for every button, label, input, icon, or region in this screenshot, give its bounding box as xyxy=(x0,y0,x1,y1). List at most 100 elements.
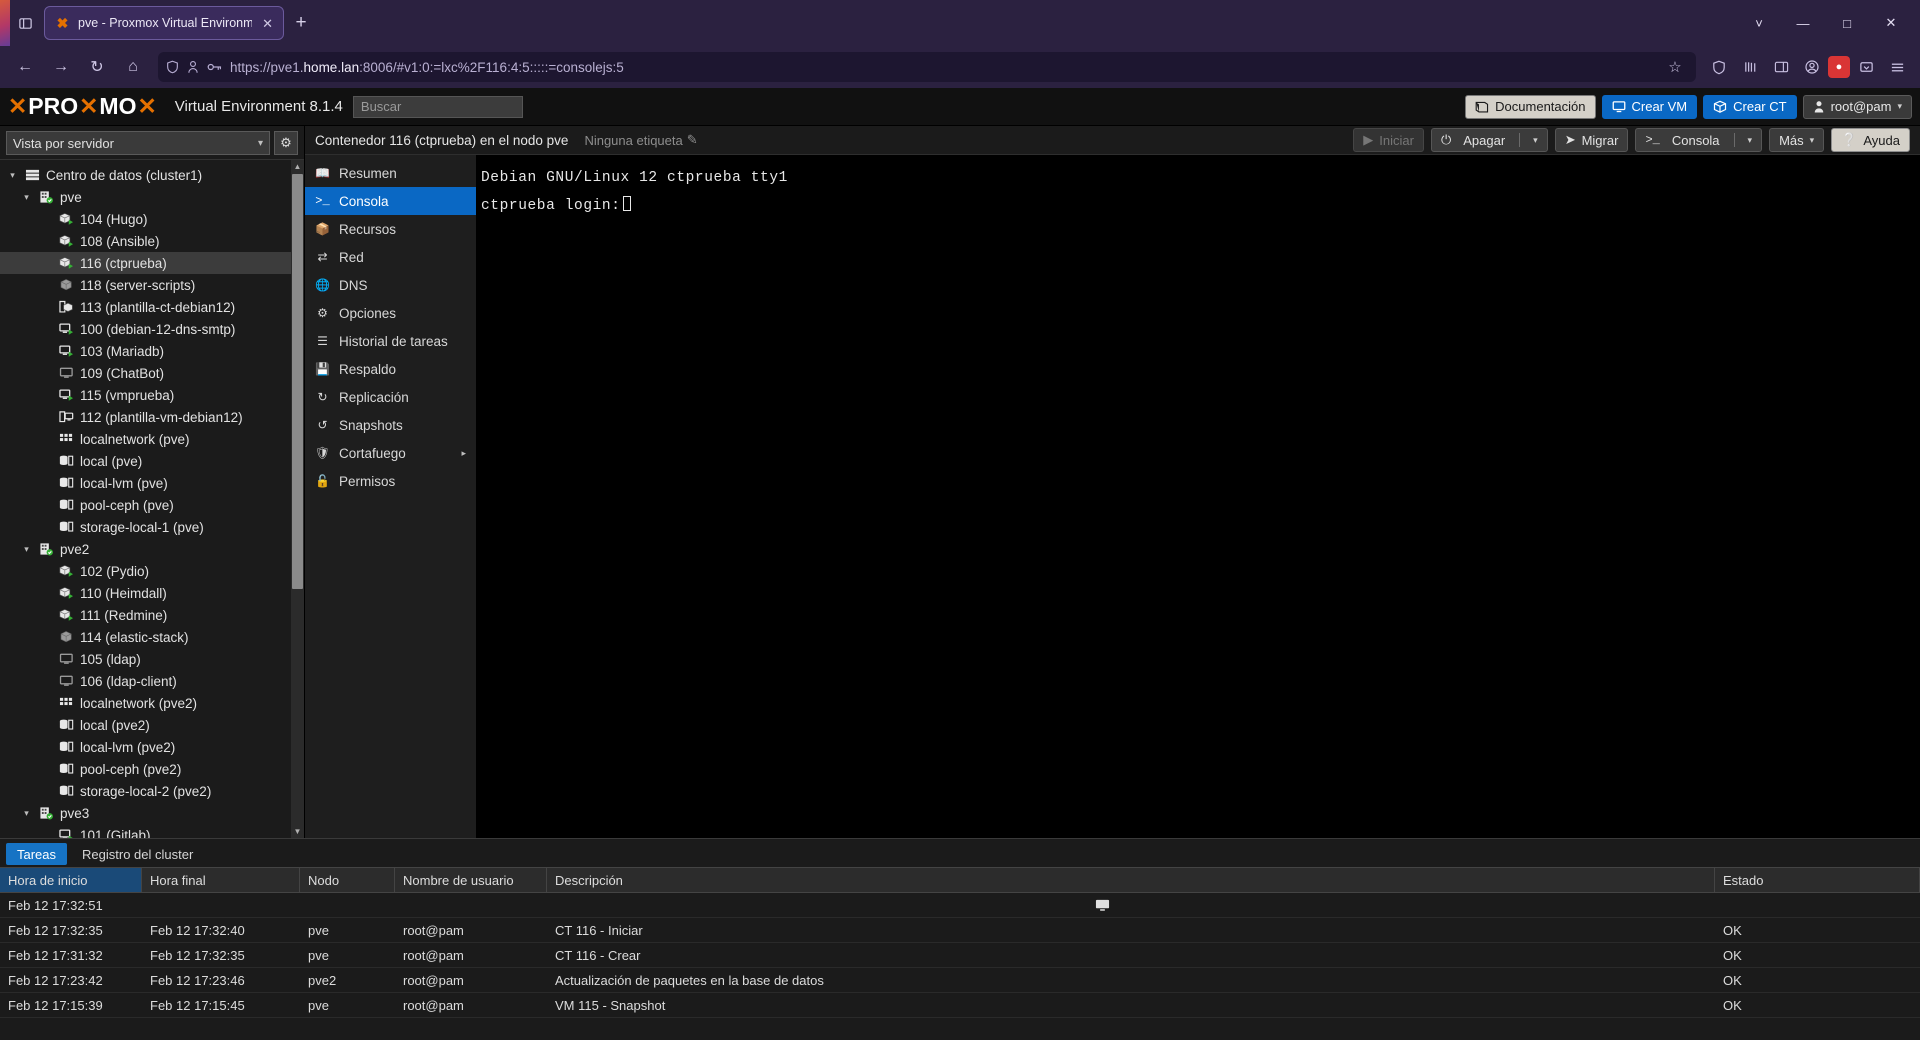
gear-icon[interactable]: ⚙ xyxy=(274,131,298,155)
tree-item[interactable]: 106 (ldap-client) xyxy=(0,670,304,692)
bottom-tab-tareas[interactable]: Tareas xyxy=(6,843,68,865)
chevron-down-icon[interactable]: ▾ xyxy=(6,170,19,181)
proxmox-logo[interactable]: ✕ PRO ✕ MO ✕ xyxy=(8,93,157,120)
menu-item-replicaci-n[interactable]: ↻ Replicación xyxy=(305,383,476,411)
tree-item[interactable]: ▾ pve xyxy=(0,186,304,208)
tree-item[interactable]: localnetwork (pve) xyxy=(0,428,304,450)
bottom-tab-registro-del-cluster[interactable]: Registro del cluster xyxy=(71,843,204,865)
tree-item[interactable]: 100 (debian-12-dns-smtp) xyxy=(0,318,304,340)
tree-item[interactable]: 103 (Mariadb) xyxy=(0,340,304,362)
menu-item-dns[interactable]: 🌐 DNS xyxy=(305,271,476,299)
tree-item[interactable]: 105 (ldap) xyxy=(0,648,304,670)
shield-icon[interactable] xyxy=(1704,52,1734,82)
column-header[interactable]: Hora de inicio xyxy=(0,868,142,892)
scroll-down-icon[interactable]: ▼ xyxy=(291,825,304,838)
tree-item[interactable]: localnetwork (pve2) xyxy=(0,692,304,714)
chevron-down-icon[interactable]: ˅ xyxy=(1738,3,1780,43)
star-icon[interactable]: ☆ xyxy=(1662,58,1688,76)
tree-item[interactable]: local-lvm (pve) xyxy=(0,472,304,494)
view-mode-select[interactable]: Vista por servidor ▾ xyxy=(6,131,270,155)
sidebar-panel-icon[interactable] xyxy=(1766,52,1796,82)
tree-item[interactable]: 110 (Heimdall) xyxy=(0,582,304,604)
tree-item[interactable]: 112 (plantilla-vm-debian12) xyxy=(0,406,304,428)
tree-item[interactable]: 108 (Ansible) xyxy=(0,230,304,252)
tree-item[interactable]: 101 (Gitlab) xyxy=(0,824,304,838)
menu-item-respaldo[interactable]: 💾 Respaldo xyxy=(305,355,476,383)
scrollbar-thumb[interactable] xyxy=(292,174,303,589)
url-bar[interactable]: https://pve1.home.lan:8006/#v1:0:=lxc%2F… xyxy=(158,52,1696,82)
column-header[interactable]: Hora final xyxy=(142,868,300,892)
table-row[interactable]: Feb 12 17:15:39 Feb 12 17:15:45 pve root@pa… xyxy=(0,993,1920,1018)
table-row[interactable]: Feb 12 17:31:32 Feb 12 17:32:35 pve root@pa… xyxy=(0,943,1920,968)
tree-item[interactable]: local-lvm (pve2) xyxy=(0,736,304,758)
documentation-button[interactable]: Documentación xyxy=(1465,94,1596,119)
user-menu-button[interactable]: root@pam ▾ xyxy=(1802,94,1912,119)
console-viewport[interactable]: Debian GNU/Linux 12 ctprueba tty1 ctprue… xyxy=(477,155,1920,838)
tree-item[interactable]: local (pve2) xyxy=(0,714,304,736)
sidebar-icon[interactable] xyxy=(8,6,42,40)
console-button[interactable]: >_ Consola ▾ xyxy=(1635,128,1763,152)
menu-item-permisos[interactable]: 🔓 Permisos xyxy=(305,467,476,495)
search-input[interactable]: Buscar xyxy=(352,95,523,118)
tree-item[interactable]: ▾ pve3 xyxy=(0,802,304,824)
chevron-down-icon[interactable]: ▾ xyxy=(20,808,33,819)
table-row[interactable]: Feb 12 17:32:35 Feb 12 17:32:40 pve root@pa… xyxy=(0,918,1920,943)
tree-scrollbar[interactable]: ▲ ▼ xyxy=(291,160,304,838)
chevron-down-icon[interactable]: ▾ xyxy=(20,544,33,555)
menu-item-snapshots[interactable]: ↺ Snapshots xyxy=(305,411,476,439)
create-vm-button[interactable]: Crear VM xyxy=(1601,94,1698,119)
tree-item[interactable]: 114 (elastic-stack) xyxy=(0,626,304,648)
window-close-icon[interactable]: ✕ xyxy=(1870,3,1912,43)
pencil-icon[interactable]: ✎ xyxy=(687,132,698,148)
menu-item-consola[interactable]: >_ Consola xyxy=(305,187,476,215)
tree-item[interactable]: local (pve) xyxy=(0,450,304,472)
tree-item[interactable]: ▾ pve2 xyxy=(0,538,304,560)
table-row[interactable]: Feb 12 17:23:42 Feb 12 17:23:46 pve2 root@p… xyxy=(0,968,1920,993)
tree-item[interactable]: 102 (Pydio) xyxy=(0,560,304,582)
minimize-icon[interactable]: — xyxy=(1782,3,1824,43)
menu-icon[interactable] xyxy=(1882,52,1912,82)
account-icon[interactable] xyxy=(1797,52,1827,82)
menu-item-cortafuego[interactable]: 🛡 Cortafuego ▸ xyxy=(305,439,476,467)
forward-arrow-icon[interactable]: → xyxy=(44,51,78,83)
reload-icon[interactable]: ↻ xyxy=(80,51,114,83)
library-icon[interactable] xyxy=(1735,52,1765,82)
tree-item[interactable]: 104 (Hugo) xyxy=(0,208,304,230)
more-button[interactable]: Más ▾ xyxy=(1769,128,1825,152)
home-icon[interactable]: ⌂ xyxy=(116,51,150,83)
browser-tab[interactable]: ✖ pve - Proxmox Virtual Environm ✕ xyxy=(44,6,284,40)
extension-badge[interactable]: ● xyxy=(1828,56,1850,78)
tree-item[interactable]: storage-local-2 (pve2) xyxy=(0,780,304,802)
menu-item-historial-de-tareas[interactable]: ☰ Historial de tareas xyxy=(305,327,476,355)
menu-item-resumen[interactable]: 📖 Resumen xyxy=(305,159,476,187)
close-icon[interactable]: ✕ xyxy=(260,17,275,30)
column-header[interactable]: Descripción xyxy=(547,868,1715,892)
url-text[interactable]: https://pve1.home.lan:8006/#v1:0:=lxc%2F… xyxy=(230,60,1654,75)
scroll-up-icon[interactable]: ▲ xyxy=(291,160,304,173)
maximize-icon[interactable]: □ xyxy=(1826,3,1868,43)
tree-item[interactable]: 109 (ChatBot) xyxy=(0,362,304,384)
tree-item[interactable]: 115 (vmprueba) xyxy=(0,384,304,406)
tree-item[interactable]: pool-ceph (pve2) xyxy=(0,758,304,780)
menu-item-red[interactable]: ⇄ Red xyxy=(305,243,476,271)
chevron-down-icon[interactable]: ▾ xyxy=(1748,135,1753,146)
tree-item[interactable]: 118 (server-scripts) xyxy=(0,274,304,296)
shield-icon[interactable] xyxy=(166,60,179,74)
tree-item[interactable]: storage-local-1 (pve) xyxy=(0,516,304,538)
column-header[interactable]: Estado xyxy=(1715,868,1920,892)
menu-item-recursos[interactable]: 📦 Recursos xyxy=(305,215,476,243)
tree-item[interactable]: pool-ceph (pve) xyxy=(0,494,304,516)
create-ct-button[interactable]: Crear CT xyxy=(1703,94,1797,119)
help-button[interactable]: ❔ Ayuda xyxy=(1831,128,1910,152)
back-arrow-icon[interactable]: ← xyxy=(8,51,42,83)
menu-item-opciones[interactable]: ⚙ Opciones xyxy=(305,299,476,327)
save-to-pocket-icon[interactable] xyxy=(1851,52,1881,82)
chevron-down-icon[interactable]: ▾ xyxy=(1533,135,1538,146)
chevron-down-icon[interactable]: ▾ xyxy=(20,192,33,203)
tree-item[interactable]: 116 (ctprueba) xyxy=(0,252,304,274)
permissions-icon[interactable] xyxy=(187,60,199,74)
start-button[interactable]: ▶ Iniciar xyxy=(1353,128,1424,152)
resource-tree[interactable]: ▾ Centro de datos (cluster1) ▾ pve 104 (Hugo… xyxy=(0,159,304,838)
migrate-button[interactable]: ➤ Migrar xyxy=(1554,128,1629,152)
tree-item[interactable]: 113 (plantilla-ct-debian12) xyxy=(0,296,304,318)
